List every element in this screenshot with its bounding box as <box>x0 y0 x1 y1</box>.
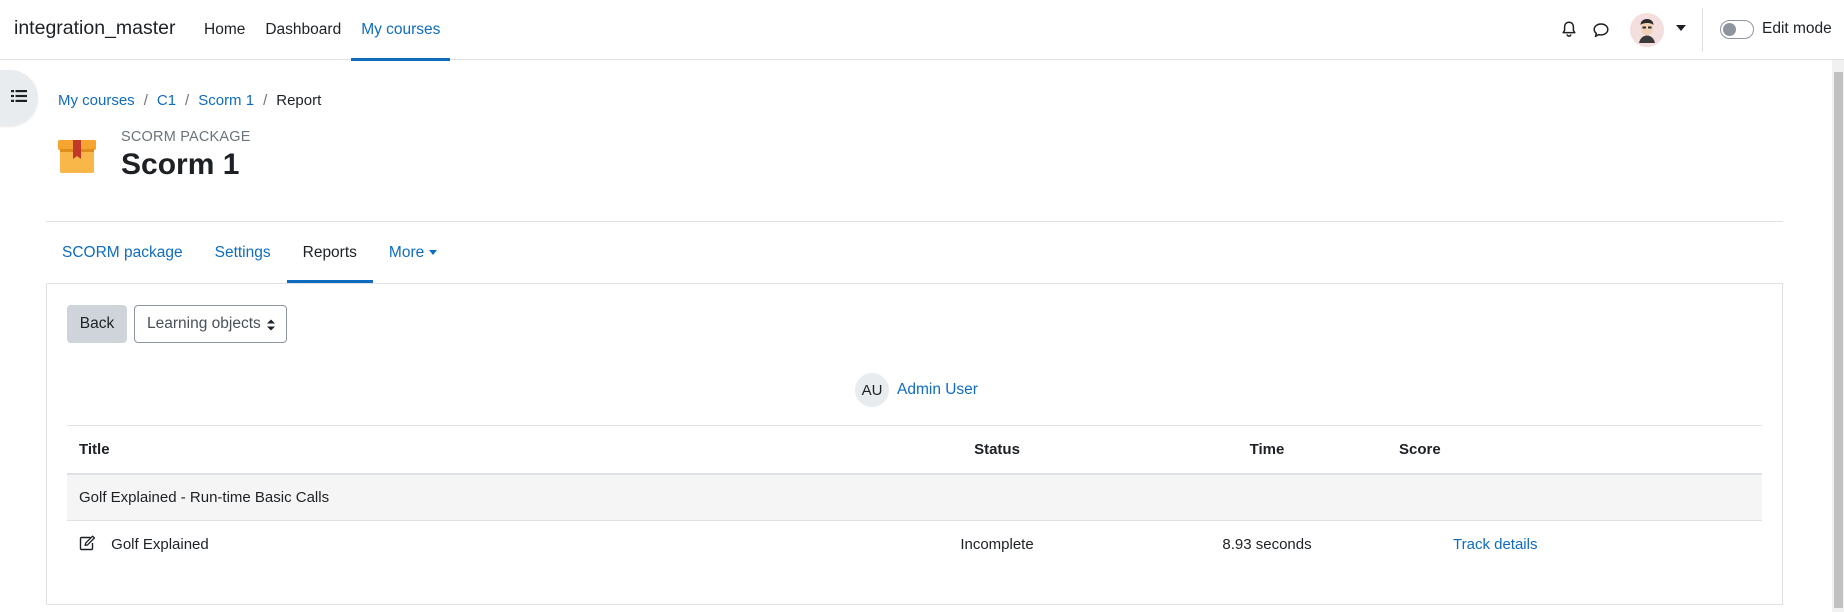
table-group-row: Golf Explained - Run-time Basic Calls <box>67 473 1762 521</box>
more-chevron-down-icon <box>429 250 438 255</box>
breadcrumb-separator: / <box>185 92 190 109</box>
toggle-knob <box>1723 23 1736 36</box>
page-scrollbar[interactable] <box>1832 60 1844 612</box>
user-menu-chevron-down-icon[interactable] <box>1676 25 1686 31</box>
column-header-status: Status <box>847 425 1147 475</box>
top-navbar: integration_master Home Dashboard My cou… <box>0 0 1844 61</box>
breadcrumb-scorm-1[interactable]: Scorm 1 <box>198 92 254 109</box>
tab-settings[interactable]: Settings <box>199 222 287 283</box>
page-title: Scorm 1 <box>121 148 240 181</box>
site-brand[interactable]: integration_master <box>14 17 176 40</box>
primary-navigation: Home Dashboard My courses <box>194 0 451 61</box>
row-title-cell: Golf Explained <box>67 520 847 568</box>
row-status: Incomplete <box>847 520 1147 568</box>
tab-more-label: More <box>388 243 425 261</box>
edit-mode-label: Edit mode <box>1762 20 1832 37</box>
column-header-title: Title <box>67 425 847 475</box>
nav-my-courses[interactable]: My courses <box>351 0 451 61</box>
row-score-cell: Track details <box>1387 520 1762 568</box>
breadcrumb: My courses / C1 / Scorm 1 / Report <box>58 92 321 109</box>
navbar-divider <box>1702 8 1703 52</box>
notifications-bell-icon[interactable] <box>1560 20 1578 38</box>
user-avatar[interactable] <box>1630 13 1664 47</box>
scorm-package-box-icon <box>57 136 97 176</box>
group-title: Golf Explained - Run-time Basic Calls <box>67 473 1762 521</box>
report-user: AU Admin User <box>855 373 978 407</box>
breadcrumb-separator: / <box>263 92 268 109</box>
report-table: Title Status Time Score Golf Explained -… <box>67 425 1762 568</box>
user-profile-link[interactable]: Admin User <box>897 381 978 399</box>
tab-more[interactable]: More <box>373 222 453 283</box>
user-initials-avatar[interactable]: AU <box>855 373 889 407</box>
back-button[interactable]: Back <box>67 305 127 343</box>
tab-scorm-package[interactable]: SCORM package <box>46 222 199 283</box>
row-time: 8.93 seconds <box>1147 520 1387 568</box>
tab-reports[interactable]: Reports <box>286 222 374 283</box>
nav-dashboard[interactable]: Dashboard <box>255 0 351 60</box>
course-index-drawer-button[interactable] <box>0 70 38 126</box>
column-header-time: Time <box>1147 425 1387 475</box>
edit-note-icon <box>79 535 96 551</box>
scrollbar-thumb[interactable] <box>1834 72 1843 608</box>
select-arrows-icon <box>267 318 275 332</box>
report-type-select-value: Learning objects <box>147 315 261 332</box>
list-icon <box>11 89 27 107</box>
nav-home[interactable]: Home <box>194 0 255 60</box>
breadcrumb-my-courses[interactable]: My courses <box>58 92 135 109</box>
table-row: Golf Explained Incomplete 8.93 seconds T… <box>67 520 1762 568</box>
column-header-score: Score <box>1387 425 1762 475</box>
activity-type-pretitle: SCORM PACKAGE <box>121 129 251 145</box>
row-title: Golf Explained <box>111 536 209 554</box>
edit-mode-toggle[interactable] <box>1720 20 1754 39</box>
report-panel: Back Learning objects AU Admin User Titl… <box>46 283 1783 605</box>
track-details-link[interactable]: Track details <box>1453 536 1537 553</box>
breadcrumb-separator: / <box>143 92 148 109</box>
table-header-row: Title Status Time Score <box>67 425 1762 475</box>
breadcrumb-current: Report <box>276 92 322 109</box>
breadcrumb-c1[interactable]: C1 <box>157 92 176 109</box>
messages-chat-icon[interactable] <box>1592 21 1610 39</box>
report-type-select[interactable]: Learning objects <box>134 305 287 343</box>
secondary-navigation: SCORM package Settings Reports More <box>46 222 453 283</box>
